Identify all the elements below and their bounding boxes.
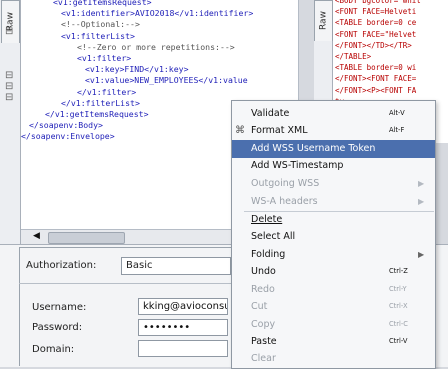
editor-context-menu: Validate Alt-V ⌘ Format XML Alt-F Add WS… (231, 100, 436, 369)
response-code-line: </FONT><P><FONT FA (335, 85, 417, 95)
xml-code-line: <v1:filterList> (61, 30, 135, 41)
xml-code-line: <v1:key>FIND</v1:key> (85, 64, 189, 75)
menu-item-label: Copy (251, 319, 276, 330)
menu-shortcut: Ctrl-X (389, 302, 408, 310)
menu-item-redo: Redo Ctrl-Y (232, 281, 435, 299)
authorization-select[interactable]: Basic (121, 257, 231, 275)
left-gutter: Raw ⊟ ⊟ ⊟ ⊟ (0, 0, 21, 245)
xml-code-line: <v1:identifier>AVIO2018</v1:identifier> (61, 8, 254, 19)
xml-code-line: </v1:filter> (77, 86, 137, 97)
xml-code-line: </soapenv:Envelope> (21, 131, 115, 142)
response-code-line: <TABLE border=0 ce (335, 18, 417, 28)
password-field[interactable]: •••••••• (138, 319, 228, 336)
menu-item-paste[interactable]: Paste Ctrl-V (232, 333, 435, 351)
domain-label: Domain: (32, 344, 75, 355)
menu-item-label: Folding (251, 249, 286, 260)
menu-item-validate[interactable]: Validate Alt-V (232, 105, 435, 123)
xml-code-line: <!--Zero or more repetitions:--> (77, 41, 235, 52)
menu-item-folding[interactable]: Folding ▶ (232, 246, 435, 264)
menu-item-label: Outgoing WSS (251, 178, 320, 189)
menu-item-ws-a-headers: WS-A headers ▶ (232, 193, 435, 211)
submenu-arrow-icon: ▶ (418, 250, 425, 259)
response-code-line: <BODY bgcolor="whit (335, 0, 421, 5)
menu-item-undo[interactable]: Undo Ctrl-Z (232, 263, 435, 281)
xml-code-line: </v1:filterList> (61, 97, 140, 108)
menu-item-label: Cut (251, 301, 268, 312)
menu-shortcut: Ctrl-C (389, 320, 408, 328)
menu-item-add-ws-timestamp[interactable]: Add WS-Timestamp (232, 157, 435, 175)
xml-code-line: <v1:value>NEW_EMPLOYEES</v1:value (85, 75, 248, 86)
username-label: Username: (32, 302, 87, 313)
menu-item-label: Undo (251, 266, 276, 277)
response-code-line: </TABLE> (335, 51, 372, 61)
response-code-line: <FONT FACE="Helvet (335, 29, 417, 39)
menu-shortcut: Ctrl-V (389, 337, 408, 345)
xml-code-line: <v1:getItemsRequest> (53, 0, 152, 7)
fold-toggle-icon[interactable]: ⊟ (5, 82, 13, 92)
response-code-line: </FONT></TD></TR> (335, 40, 412, 50)
right-raw-tab[interactable]: Raw (314, 0, 333, 41)
fold-toggle-icon[interactable]: ⊟ (5, 27, 13, 37)
xml-code-line: <v1:filter> (77, 52, 132, 63)
menu-item-add-wss-username-token[interactable]: Add WSS Username Token (232, 140, 435, 158)
xml-code-block: <v1:getItemsRequest> <v1:identifier>AVIO2… (21, 0, 253, 142)
menu-shortcut: Ctrl-Z (389, 267, 408, 275)
xml-code-line: </v1:getItemsRequest> (45, 108, 149, 119)
response-code-line: </FONT><FONT FACE= (335, 74, 417, 84)
xml-code-line: </soapenv:Body> (29, 120, 103, 131)
menu-item-outgoing-wss: Outgoing WSS ▶ (232, 175, 435, 193)
fold-toggle-icon[interactable]: ⊟ (5, 93, 13, 103)
menu-item-select-all[interactable]: Select All (232, 228, 435, 246)
submenu-arrow-icon: ▶ (418, 197, 425, 206)
format-icon: ⌘ (235, 125, 245, 136)
menu-item-label: Paste (251, 336, 277, 347)
scroll-left-icon[interactable]: ◀ (33, 231, 43, 243)
username-field[interactable]: kking@avioconsul (138, 298, 228, 315)
menu-shortcut: Alt-V (389, 109, 405, 117)
menu-item-label: Delete (251, 214, 283, 225)
menu-item-label: Add WS-Timestamp (251, 160, 344, 171)
menu-item-label: Clear (251, 353, 276, 364)
menu-item-label: Format XML (251, 125, 308, 136)
menu-item-copy: Copy Ctrl-C (232, 316, 435, 334)
menu-item-delete[interactable]: Delete (232, 211, 435, 229)
menu-item-label: Select All (251, 231, 296, 242)
response-code-line: <FONT FACE=Helveti (335, 7, 417, 17)
menu-item-label: WS-A headers (251, 196, 318, 207)
authorization-label: Authorization: (26, 260, 97, 271)
menu-shortcut: Alt-F (389, 126, 405, 134)
submenu-arrow-icon: ▶ (418, 179, 425, 188)
password-label: Password: (32, 322, 83, 333)
menu-item-label: Validate (251, 108, 290, 119)
scroll-thumb[interactable] (48, 232, 125, 244)
menu-item-format-xml[interactable]: ⌘ Format XML Alt-F (232, 122, 435, 140)
menu-item-label: Add WSS Username Token (251, 143, 376, 154)
xml-code-line: <!--Optional:--> (61, 19, 140, 30)
menu-item-label: Redo (251, 284, 275, 295)
fold-toggle-icon[interactable]: ⊟ (5, 71, 13, 81)
domain-field[interactable] (138, 340, 228, 357)
menu-item-clear: Clear (232, 350, 435, 368)
menu-shortcut: Ctrl-Y (389, 285, 407, 293)
response-code-line: <TABLE border=0 wi (335, 63, 417, 73)
menu-item-cut: Cut Ctrl-X (232, 298, 435, 316)
